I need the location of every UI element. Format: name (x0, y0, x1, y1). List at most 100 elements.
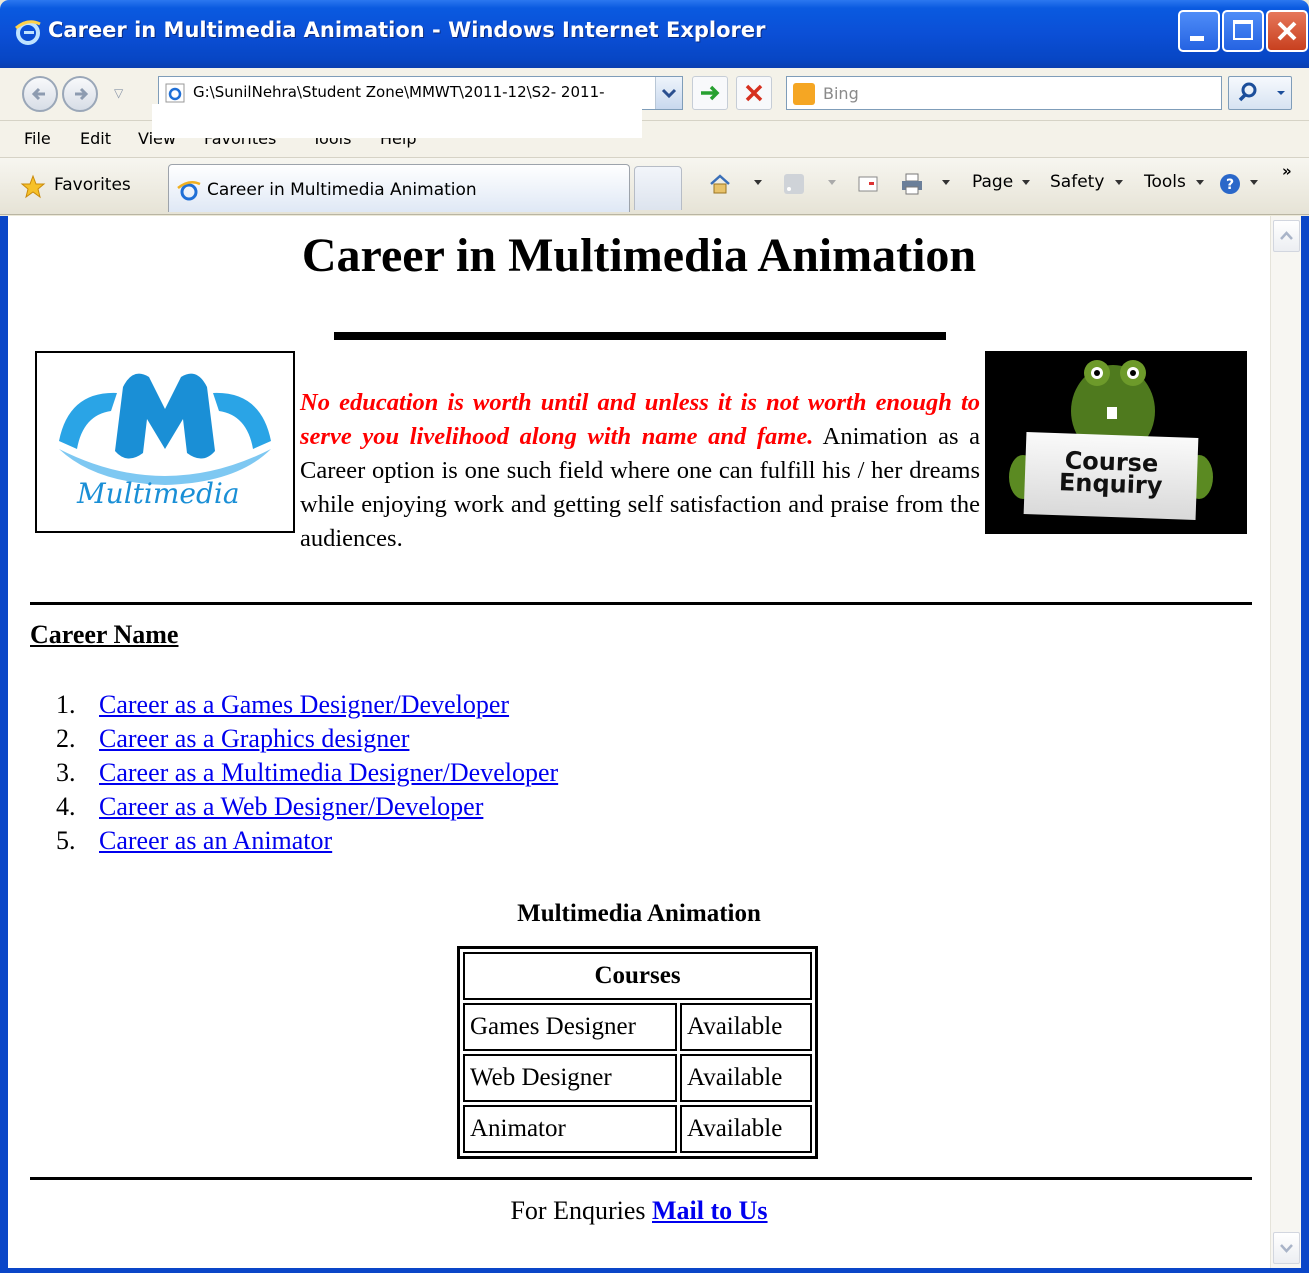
tools-dropdown-icon[interactable] (1196, 180, 1204, 185)
search-options-chevron-icon (1277, 91, 1285, 95)
window-frame-right (1300, 216, 1309, 1273)
chevron-more-icon[interactable]: » (1282, 162, 1292, 180)
stop-button[interactable] (736, 76, 772, 110)
help-dropdown-icon[interactable] (1250, 180, 1258, 185)
course-status: Available (680, 1105, 812, 1153)
chevron-down-icon (661, 88, 677, 99)
multimedia-logo: Multimedia (35, 351, 295, 533)
window-frame-left (0, 216, 8, 1273)
forward-arrow-icon (75, 87, 89, 101)
sign-line-2: Enquiry (1058, 468, 1163, 500)
search-placeholder: Bing (823, 84, 859, 103)
forward-button[interactable] (62, 76, 98, 112)
favorites-button[interactable]: Favorites (54, 175, 131, 195)
page-ie-icon (165, 83, 185, 103)
table-row: Animator Available (463, 1105, 812, 1153)
minimize-icon (1190, 36, 1204, 41)
vertical-scrollbar[interactable] (1270, 216, 1301, 1268)
course-enquiry-image[interactable]: Course Enquiry (985, 351, 1247, 534)
section-divider-top (30, 602, 1252, 605)
course-name: Animator (463, 1105, 677, 1153)
table-caption: Multimedia Animation (517, 900, 761, 927)
bing-icon (793, 83, 815, 105)
new-tab-button[interactable] (634, 166, 682, 210)
close-button[interactable] (1266, 10, 1308, 52)
window-titlebar: Career in Multimedia Animation - Windows… (0, 0, 1309, 68)
feeds-icon[interactable] (782, 172, 806, 196)
go-arrow-icon (701, 85, 720, 101)
courses-table: Courses Games Designer Available Web Des… (457, 946, 818, 1159)
read-mail-icon[interactable] (856, 172, 880, 196)
table-header-row: Courses (463, 952, 812, 1000)
home-icon[interactable] (708, 172, 732, 196)
scroll-down-button[interactable] (1273, 1232, 1300, 1264)
window-title: Career in Multimedia Animation - Windows… (48, 18, 766, 42)
page-title: Career in Multimedia Animation (301, 229, 977, 282)
back-arrow-icon (31, 87, 45, 101)
ie-logo-icon (15, 20, 41, 45)
minimize-button[interactable] (1178, 10, 1220, 52)
course-status: Available (680, 1054, 812, 1102)
ie-tab-icon (177, 180, 201, 201)
favorites-bar: Favorites Career in Multimedia Animation… (0, 158, 1309, 215)
intro-paragraph: No education is worth until and unless i… (300, 386, 980, 556)
course-name: Games Designer (463, 1003, 677, 1051)
course-name: Web Designer (463, 1054, 677, 1102)
list-number: 3. (56, 758, 76, 787)
search-icon (1238, 82, 1257, 102)
history-dropdown-icon[interactable]: ▽ (114, 86, 123, 100)
table-row: Web Designer Available (463, 1054, 812, 1102)
career-link-animator[interactable]: Career as an Animator (99, 824, 332, 858)
career-heading: Career Name (30, 620, 179, 649)
heading-divider (334, 332, 946, 340)
go-button[interactable] (692, 76, 728, 110)
mail-to-us-link[interactable]: Mail to Us (652, 1196, 768, 1225)
stop-x-icon (745, 84, 763, 102)
back-button[interactable] (22, 76, 58, 112)
course-status: Available (680, 1003, 812, 1051)
chevron-up-icon (1280, 231, 1293, 240)
list-number: 1. (56, 690, 76, 719)
url-dropdown-button[interactable] (655, 77, 682, 109)
url-text[interactable]: G:\SunilNehra\Student Zone\MMWT\2011-12\… (193, 83, 645, 101)
maximize-button[interactable] (1222, 10, 1264, 52)
search-input[interactable]: Bing (786, 76, 1222, 110)
search-button[interactable] (1228, 76, 1292, 110)
chevron-down-icon (1280, 1244, 1293, 1253)
section-divider-bottom (30, 1177, 1252, 1180)
list-number: 2. (56, 724, 76, 753)
career-link-graphics-designer[interactable]: Career as a Graphics designer (99, 722, 409, 756)
footer-text: For Enquries (510, 1196, 652, 1225)
tab-current[interactable]: Career in Multimedia Animation (168, 164, 630, 212)
tools-menu[interactable]: Tools (1144, 172, 1186, 192)
scroll-up-button[interactable] (1273, 220, 1300, 252)
logo-wordmark: Multimedia (77, 477, 240, 510)
footer: For Enquries Mail to Us (8, 1196, 1270, 1226)
menu-edit[interactable]: Edit (80, 129, 111, 148)
safety-dropdown-icon[interactable] (1115, 180, 1123, 185)
svg-text:?: ? (1226, 177, 1234, 193)
career-link-web-designer[interactable]: Career as a Web Designer/Developer (99, 790, 483, 824)
menu-file[interactable]: File (24, 129, 51, 148)
list-number: 4. (56, 792, 76, 821)
career-link-games-designer[interactable]: Career as a Games Designer/Developer (99, 688, 509, 722)
page-content: Career in Multimedia Animation Multimedi… (8, 216, 1270, 1268)
table-row: Games Designer Available (463, 1003, 812, 1051)
feeds-dropdown-icon[interactable] (828, 180, 836, 185)
page-dropdown-icon[interactable] (1022, 180, 1030, 185)
safety-menu[interactable]: Safety (1050, 172, 1104, 192)
close-icon (1277, 21, 1297, 41)
page-menu[interactable]: Page (972, 172, 1013, 192)
favorites-star-icon (20, 174, 46, 199)
print-icon[interactable] (900, 172, 924, 196)
help-icon[interactable]: ? (1218, 172, 1242, 196)
table-header: Courses (463, 952, 812, 1000)
print-dropdown-icon[interactable] (942, 180, 950, 185)
window-frame-bottom (0, 1268, 1309, 1273)
career-link-multimedia-designer[interactable]: Career as a Multimedia Designer/Develope… (99, 756, 558, 790)
home-dropdown-icon[interactable] (754, 180, 762, 185)
redaction-overlay (152, 104, 642, 138)
maximize-icon (1233, 20, 1253, 40)
list-number: 5. (56, 826, 76, 855)
tab-label: Career in Multimedia Animation (207, 180, 477, 200)
